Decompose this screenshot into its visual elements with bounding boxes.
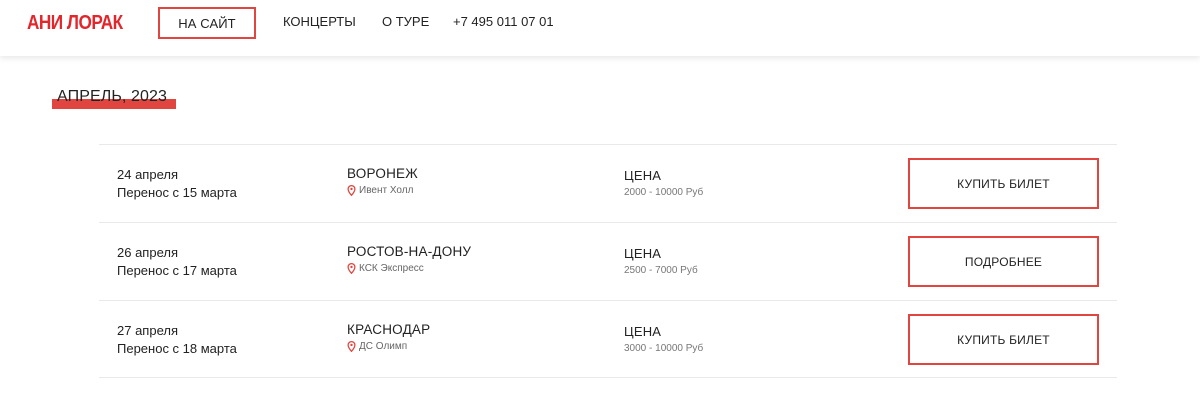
buy-ticket-button[interactable]: КУПИТЬ БИЛЕТ [908,314,1099,365]
event-date: 26 апреля [117,245,178,260]
month-title: АПРЕЛЬ, 2023 [57,88,168,105]
event-venue: Ивент Холл [347,185,413,196]
event-city: КРАСНОДАР [347,322,431,337]
event-date: 24 апреля [117,167,178,182]
location-pin-icon [347,185,356,196]
event-venue-name: Ивент Холл [359,185,414,196]
nav-phone-link[interactable]: +7 495 011 07 01 [453,14,554,29]
month-heading: АПРЕЛЬ, 2023 [52,88,176,110]
nav-link-about-tour[interactable]: О ТУРЕ [382,14,429,29]
buy-ticket-button[interactable]: КУПИТЬ БИЛЕТ [908,158,1099,209]
event-venue-name: КСК Экспресс [359,263,424,274]
location-pin-icon [347,263,356,274]
nav-site-button[interactable]: НА САЙТ [158,7,256,39]
site-logo[interactable]: АНИ ЛОРАК [27,12,123,35]
event-date: 27 апреля [117,323,178,338]
event-city: РОСТОВ-НА-ДОНУ [347,244,472,259]
event-venue: ДС Олимп [347,341,407,352]
event-venue: КСК Экспресс [347,263,424,274]
site-header: АНИ ЛОРАК НА САЙТ КОНЦЕРТЫ О ТУРЕ +7 495… [0,0,1200,56]
event-reschedule: Перенос с 15 марта [117,185,237,200]
event-list: 24 апреля Перенос с 15 марта ВОРОНЕЖ Иве… [99,144,1117,378]
location-pin-icon [347,341,356,352]
details-button[interactable]: ПОДРОБНЕЕ [908,236,1099,287]
event-row: 27 апреля Перенос с 18 марта КРАСНОДАР Д… [99,300,1117,378]
price-value: 3000 - 10000 Руб [624,343,704,354]
event-row: 26 апреля Перенос с 17 марта РОСТОВ-НА-Д… [99,222,1117,300]
event-row: 24 апреля Перенос с 15 марта ВОРОНЕЖ Иве… [99,144,1117,222]
event-reschedule: Перенос с 17 марта [117,263,237,278]
price-label: ЦЕНА [624,324,662,339]
event-reschedule: Перенос с 18 марта [117,341,237,356]
price-value: 2000 - 10000 Руб [624,187,704,198]
event-city: ВОРОНЕЖ [347,166,418,181]
nav-link-concerts[interactable]: КОНЦЕРТЫ [283,14,356,29]
price-label: ЦЕНА [624,168,662,183]
price-value: 2500 - 7000 Руб [624,265,698,276]
price-label: ЦЕНА [624,246,662,261]
event-venue-name: ДС Олимп [359,341,408,352]
